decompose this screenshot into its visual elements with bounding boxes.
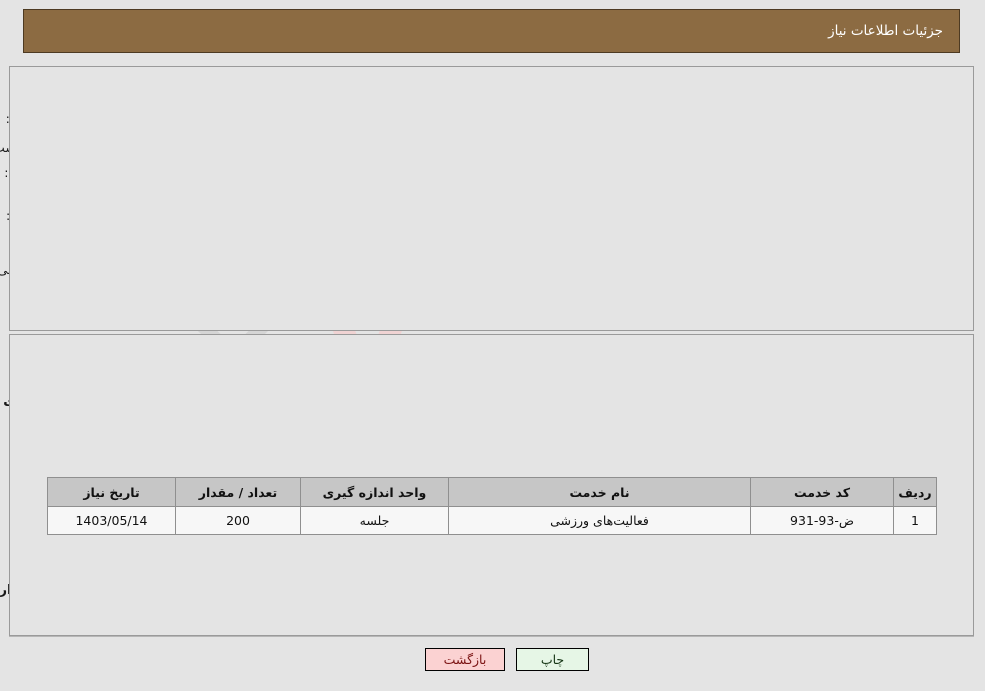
col-service-code: کد خدمت xyxy=(751,477,895,507)
cell-row-no: 1 xyxy=(894,506,938,535)
cell-unit: جلسه xyxy=(301,506,450,535)
cell-need-date: 1403/05/14 xyxy=(48,506,177,535)
col-unit: واحد اندازه گیری xyxy=(301,477,450,507)
services-table: ردیف کد خدمت نام خدمت واحد اندازه گیری ت… xyxy=(48,477,938,535)
cell-service-code: ض-93-931 xyxy=(751,506,895,535)
col-row-no: ردیف xyxy=(894,477,938,507)
page-title: جزئیات اطلاعات نیاز xyxy=(829,23,944,39)
back-button[interactable]: بازگشت xyxy=(426,648,506,671)
col-quantity: تعداد / مقدار xyxy=(176,477,302,507)
cell-quantity: 200 xyxy=(176,506,302,535)
col-service-name: نام خدمت xyxy=(449,477,752,507)
col-need-date: تاریخ نیاز xyxy=(48,477,177,507)
table-header-row: ردیف کد خدمت نام خدمت واحد اندازه گیری ت… xyxy=(48,477,938,507)
need-summary-panel xyxy=(10,66,975,331)
cell-service-name: فعالیت‌های ورزشی xyxy=(449,506,752,535)
page-header: جزئیات اطلاعات نیاز xyxy=(24,9,961,53)
footer-divider xyxy=(10,636,975,637)
print-button[interactable]: چاپ xyxy=(517,648,590,671)
table-row: 1 ض-93-931 فعالیت‌های ورزشی جلسه 200 140… xyxy=(48,506,938,535)
